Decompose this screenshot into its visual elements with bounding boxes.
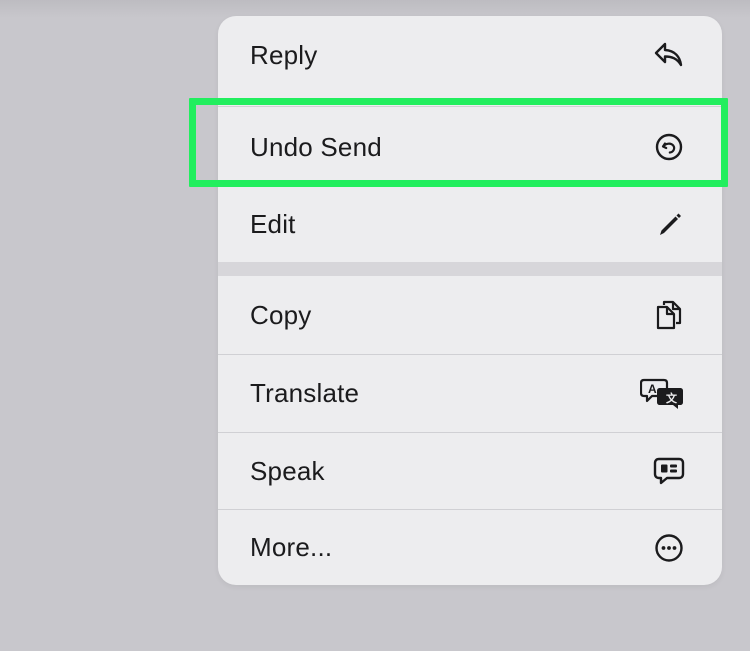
menu-item-label: More... (250, 532, 333, 562)
menu-item-label: Copy (250, 299, 312, 330)
menu-item-label: Speak (250, 455, 325, 486)
copy-icon (652, 298, 686, 332)
screen-backdrop: Reply Undo Send Edit Copy Translate A 文 … (0, 0, 750, 651)
menu-item-label: Translate (250, 378, 360, 408)
menu-item-reply[interactable]: Reply (218, 16, 722, 94)
menu-item-more[interactable]: More... (218, 510, 722, 585)
svg-text:A: A (648, 382, 657, 396)
menu-item-edit[interactable]: Edit (218, 187, 722, 262)
translate-icon: A 文 (640, 377, 686, 411)
svg-text:文: 文 (666, 391, 678, 405)
message-context-menu: Reply Undo Send Edit Copy Translate A 文 … (218, 16, 722, 585)
menu-item-translate[interactable]: Translate A 文 (218, 355, 722, 432)
undo-send-icon (652, 130, 686, 164)
reply-icon (652, 38, 686, 72)
menu-group-divider (218, 262, 722, 276)
menu-item-label: Edit (250, 209, 296, 239)
ellipsis-circle-icon (652, 531, 686, 565)
speech-bubble-icon (652, 454, 686, 488)
menu-item-label: Undo Send (250, 131, 382, 162)
menu-item-speak[interactable]: Speak (218, 433, 722, 509)
menu-item-copy[interactable]: Copy (218, 276, 722, 354)
menu-item-label: Reply (250, 39, 318, 70)
menu-item-undo-send[interactable]: Undo Send (218, 107, 722, 187)
pencil-icon (652, 208, 686, 242)
